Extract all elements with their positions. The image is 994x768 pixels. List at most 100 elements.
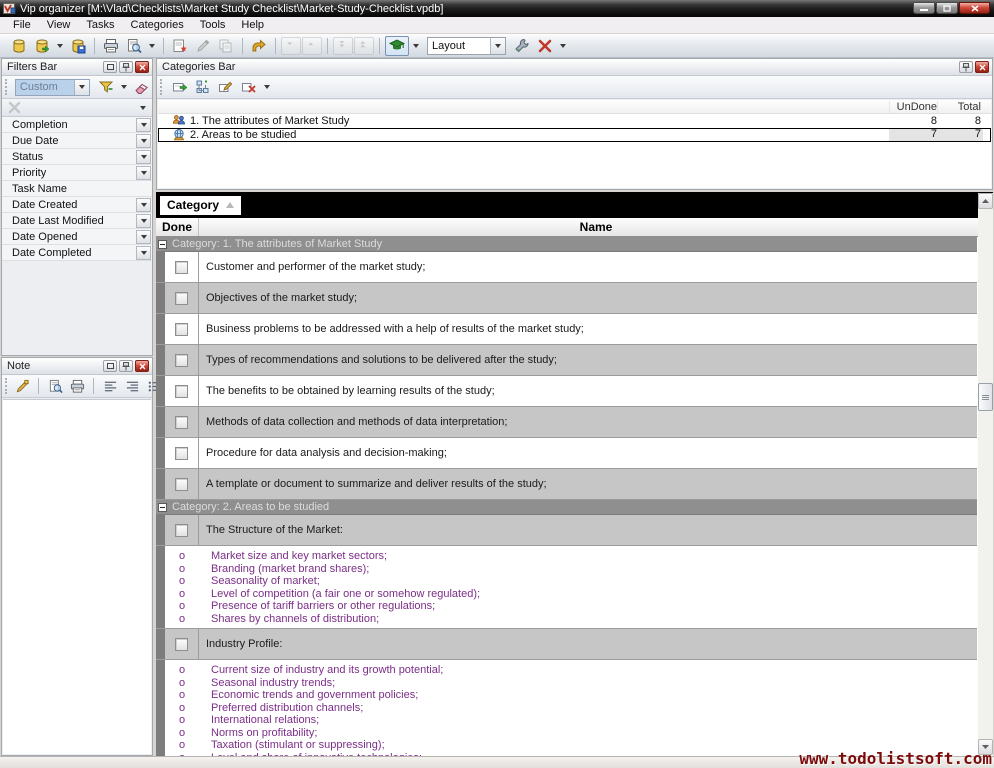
toolbar-grip[interactable] xyxy=(5,79,10,95)
filter-dropdown-icon[interactable] xyxy=(136,230,151,244)
menu-file[interactable]: File xyxy=(5,18,39,33)
maximize-panel-icon[interactable] xyxy=(103,360,117,372)
layout-view-button[interactable] xyxy=(385,36,409,56)
filter-dropdown-icon[interactable] xyxy=(136,166,151,180)
done-checkbox[interactable] xyxy=(175,261,188,274)
group-header-row[interactable]: Category: 1. The attributes of Market St… xyxy=(156,237,977,252)
group-header-row[interactable]: Category: 2. Areas to be studied xyxy=(156,500,977,515)
move-up-button[interactable] xyxy=(302,37,322,55)
pin-icon[interactable] xyxy=(119,360,133,372)
task-row[interactable]: A template or document to summarize and … xyxy=(156,469,977,500)
done-checkbox[interactable] xyxy=(175,323,188,336)
open-database-button[interactable] xyxy=(31,36,53,56)
category-row[interactable]: 1. The attributes of Market Study88 xyxy=(158,114,991,128)
filter-row-date-created[interactable]: Date Created xyxy=(2,197,152,213)
done-checkbox[interactable] xyxy=(175,638,188,651)
group-by-chip[interactable]: Category xyxy=(160,196,241,215)
filter-row-priority[interactable]: Priority xyxy=(2,165,152,181)
edit-note-button[interactable] xyxy=(12,377,32,395)
chevron-down-icon[interactable] xyxy=(560,44,566,48)
chevron-down-icon[interactable] xyxy=(74,80,89,95)
filter-row-completion[interactable]: Completion xyxy=(2,117,152,133)
filter-row-status[interactable]: Status xyxy=(2,149,152,165)
filter-row-date-opened[interactable]: Date Opened xyxy=(2,229,152,245)
menu-tasks[interactable]: Tasks xyxy=(78,18,122,33)
category-row[interactable]: 2. Areas to be studied77 xyxy=(158,128,991,142)
filter-row-date-completed[interactable]: Date Completed xyxy=(2,245,152,261)
minimize-button[interactable] xyxy=(913,2,935,14)
delete-layout-button[interactable] xyxy=(534,36,556,56)
note-editor-area[interactable] xyxy=(3,399,151,754)
close-panel-icon[interactable] xyxy=(135,61,149,73)
align-left-button[interactable] xyxy=(100,377,120,395)
move-top-button[interactable] xyxy=(354,37,374,55)
column-undone[interactable]: UnDone xyxy=(889,101,937,113)
pin-icon[interactable] xyxy=(119,61,133,73)
filter-dropdown-icon[interactable] xyxy=(136,150,151,164)
print-preview-button[interactable] xyxy=(45,377,65,395)
move-bottom-button[interactable] xyxy=(333,37,353,55)
filter-dropdown-icon[interactable] xyxy=(136,118,151,132)
layout-select[interactable]: Layout xyxy=(427,37,506,55)
filter-row-due-date[interactable]: Due Date xyxy=(2,133,152,149)
menu-tools[interactable]: Tools xyxy=(192,18,234,33)
filter-row-task-name[interactable]: Task Name xyxy=(2,181,152,197)
toolbar-grip[interactable] xyxy=(5,378,7,394)
task-row[interactable]: Procedure for data analysis and decision… xyxy=(156,438,977,469)
save-database-button[interactable] xyxy=(67,36,89,56)
edit-task-button[interactable] xyxy=(192,36,214,56)
menu-help[interactable]: Help xyxy=(233,18,272,33)
restore-button[interactable] xyxy=(936,2,958,14)
column-total[interactable]: Total xyxy=(937,101,983,113)
chevron-down-icon[interactable] xyxy=(57,44,63,48)
chevron-down-icon[interactable] xyxy=(121,85,127,89)
new-subcategory-button[interactable] xyxy=(193,78,213,96)
close-button[interactable] xyxy=(959,2,990,14)
close-panel-icon[interactable] xyxy=(135,360,149,372)
done-checkbox[interactable] xyxy=(175,385,188,398)
done-checkbox[interactable] xyxy=(175,478,188,491)
scroll-up-icon[interactable] xyxy=(978,193,993,209)
menu-view[interactable]: View xyxy=(39,18,79,33)
filter-button[interactable] xyxy=(96,78,116,96)
task-row[interactable]: Objectives of the market study; xyxy=(156,283,977,314)
done-checkbox[interactable] xyxy=(175,354,188,367)
column-done[interactable]: Done xyxy=(156,218,199,236)
task-row[interactable]: Customer and performer of the market stu… xyxy=(156,252,977,283)
print-preview-button[interactable] xyxy=(123,36,145,56)
done-checkbox[interactable] xyxy=(175,416,188,429)
task-row[interactable]: Business problems to be addressed with a… xyxy=(156,314,977,345)
chevron-down-icon[interactable] xyxy=(413,44,419,48)
filter-dropdown-icon[interactable] xyxy=(136,246,151,260)
edit-category-button[interactable] xyxy=(216,78,236,96)
column-name[interactable]: Name xyxy=(199,218,993,236)
delete-category-button[interactable] xyxy=(239,78,259,96)
duplicate-task-button[interactable] xyxy=(215,36,237,56)
task-row[interactable]: Methods of data collection and methods o… xyxy=(156,407,977,438)
close-panel-icon[interactable] xyxy=(975,61,989,73)
task-row[interactable]: The Structure of the Market: xyxy=(156,515,977,546)
new-database-button[interactable] xyxy=(8,36,30,56)
task-row[interactable]: Types of recommendations and solutions t… xyxy=(156,345,977,376)
custom-filter-select[interactable]: Custom xyxy=(15,79,90,96)
new-task-button[interactable] xyxy=(169,36,191,56)
vertical-scrollbar[interactable] xyxy=(978,193,993,755)
configure-layout-button[interactable] xyxy=(511,36,533,56)
print-button[interactable] xyxy=(100,36,122,56)
maximize-panel-icon[interactable] xyxy=(103,61,117,73)
new-category-button[interactable] xyxy=(170,78,190,96)
scrollbar-thumb[interactable] xyxy=(978,383,993,411)
chevron-down-icon[interactable] xyxy=(149,44,155,48)
collapse-icon[interactable] xyxy=(158,503,167,512)
goto-task-button[interactable] xyxy=(248,36,270,56)
toolbar-grip[interactable] xyxy=(160,79,165,95)
pin-icon[interactable] xyxy=(959,61,973,73)
clear-filter-button[interactable] xyxy=(5,99,25,117)
collapse-icon[interactable] xyxy=(158,240,167,249)
filter-dropdown-icon[interactable] xyxy=(136,198,151,212)
done-checkbox[interactable] xyxy=(175,447,188,460)
task-row[interactable]: Industry Profile: xyxy=(156,629,977,660)
print-button[interactable] xyxy=(67,377,87,395)
done-checkbox[interactable] xyxy=(175,524,188,537)
chevron-down-icon[interactable] xyxy=(490,38,505,54)
